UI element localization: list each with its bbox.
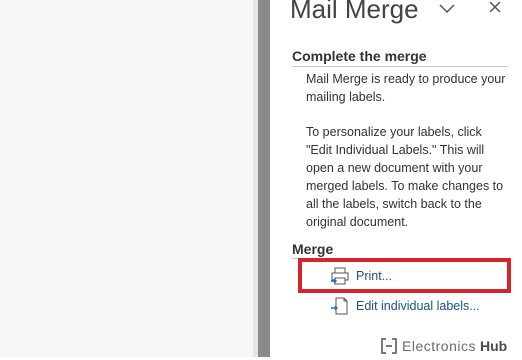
merge-heading: Merge xyxy=(292,241,334,257)
chevron-down-icon[interactable] xyxy=(438,2,456,14)
mail-merge-pane: Mail Merge Complete the merge Mail Merge… xyxy=(270,0,522,357)
highlight-box xyxy=(298,258,511,293)
electronics-hub-logo-icon xyxy=(380,337,398,355)
ready-paragraph: Mail Merge is ready to produce your mail… xyxy=(306,72,506,104)
watermark-text-bold: Hub xyxy=(479,338,508,354)
watermark-text: Electronics xyxy=(402,338,476,354)
close-icon[interactable] xyxy=(488,0,502,14)
pane-splitter[interactable] xyxy=(258,0,270,357)
edit-document-icon xyxy=(330,296,350,316)
pane-title: Mail Merge xyxy=(290,0,419,24)
edit-individual-labels-label: Edit individual labels... xyxy=(356,299,480,313)
watermark: Electronics Hub xyxy=(380,335,512,357)
document-area xyxy=(0,0,258,357)
edit-individual-labels-link[interactable]: Edit individual labels... xyxy=(330,296,480,316)
section-divider xyxy=(292,66,508,67)
complete-merge-heading: Complete the merge xyxy=(292,48,427,64)
document-page[interactable] xyxy=(0,0,253,357)
personalize-paragraph: To personalize your labels, click "Edit … xyxy=(306,125,504,229)
